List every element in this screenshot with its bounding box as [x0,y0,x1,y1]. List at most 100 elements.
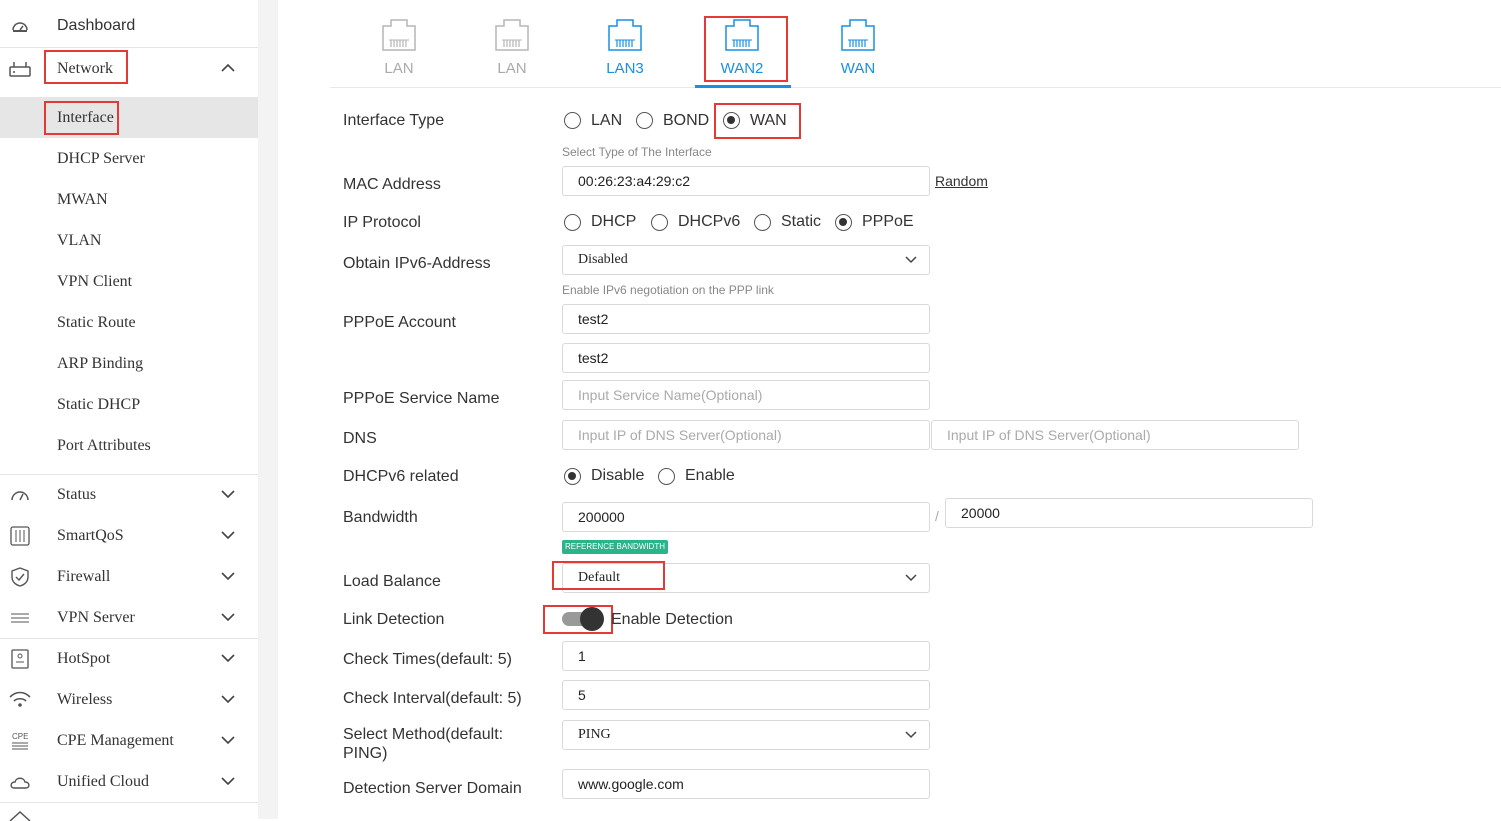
chevron-down-icon[interactable] [220,611,236,623]
sidebar-item-vpn-server[interactable]: VPN Server [0,597,258,638]
load-balance-label: Load Balance [343,573,441,590]
pppoe-password-input[interactable]: test2 [562,343,930,373]
chevron-down-icon[interactable] [220,652,236,664]
pppoe-service-name-input[interactable]: Input Service Name(Optional) [562,380,930,410]
sidebar-item-label: Status [57,486,97,503]
pppoe-service-name-label: PPPoE Service Name [343,390,500,407]
port-label: WAN [840,60,876,77]
port-label: LAN3 [606,60,644,77]
divider [0,802,258,803]
ethernet-port-icon [841,19,875,51]
bandwidth-separator: / [935,508,939,524]
radio-label: Static [781,213,822,230]
sidebar-item-hotspot[interactable]: HotSpot [0,638,258,679]
select-value: Disabled [578,252,628,267]
sidebar-item-label: Static Route [57,314,136,331]
sidebar-item-vpn-client[interactable]: VPN Client [0,261,258,302]
radio-interface-bond[interactable] [636,112,653,129]
chevron-down-icon[interactable] [220,775,236,787]
sidebar-item-vlan[interactable]: VLAN [0,220,258,261]
radio-interface-lan[interactable] [564,112,581,129]
radio-protocol-static[interactable] [754,214,771,231]
sidebar-item-label: ARP Binding [57,355,144,372]
highlight-box [44,50,128,84]
sidebar-item-smartqos[interactable]: SmartQoS [0,515,258,556]
chevron-down-icon[interactable] [220,488,236,500]
chevron-up-icon[interactable] [220,62,236,74]
sidebar-item-label: CPE Management [57,732,174,749]
ethernet-port-icon [382,19,416,51]
dns-secondary-input[interactable]: Input IP of DNS Server(Optional) [931,420,1299,450]
sidebar-item-label: VPN Client [57,273,133,290]
radio-label: Enable [685,467,735,484]
sidebar-item-static-route[interactable]: Static Route [0,302,258,343]
sidebar-item-cpe-management[interactable]: CPE CPE Management [0,720,258,761]
sidebar-item-arp-binding[interactable]: ARP Binding [0,343,258,384]
radio-label: Disable [591,467,645,484]
radio-protocol-dhcp[interactable] [564,214,581,231]
sidebar-item-dhcp-server[interactable]: DHCP Server [0,138,258,179]
sidebar-item-status[interactable]: Status [0,474,258,515]
detection-server-domain-input[interactable]: www.google.com [562,769,930,799]
chevron-down-icon[interactable] [220,693,236,705]
dns-primary-input[interactable]: Input IP of DNS Server(Optional) [562,420,930,450]
sidebar-item-label: Firewall [57,568,111,585]
pppoe-username-input[interactable]: test2 [562,304,930,334]
sidebar-item-label: Unified Cloud [57,773,149,790]
chevron-down-icon[interactable] [220,570,236,582]
home-icon [9,810,31,821]
reference-bandwidth-button[interactable]: REFERENCE BANDWIDTH [562,540,668,554]
random-mac-link[interactable]: Random [935,173,988,189]
chevron-down-icon [905,731,917,739]
select-method-label-line2: PING) [343,745,388,762]
bandwidth-upload-input[interactable]: 200000 [562,502,930,532]
sidebar-item-mwan[interactable]: MWAN [0,179,258,220]
sidebar-item-static-dhcp[interactable]: Static DHCP [0,384,258,425]
radio-protocol-pppoe[interactable] [835,214,852,231]
chevron-down-icon[interactable] [220,529,236,541]
equalizer-icon [10,526,30,546]
highlight-box [44,101,119,135]
mac-address-label: MAC Address [343,176,441,193]
sidebar-item-network[interactable]: Network [0,48,258,89]
chevron-down-icon[interactable] [220,734,236,746]
sidebar-item-wireless[interactable]: Wireless [0,679,258,720]
svg-text:CPE: CPE [12,732,28,741]
sidebar-item-label: VLAN [57,232,102,249]
ipv6-hint: Enable IPv6 negotiation on the PPP link [562,283,774,297]
port-tab-lan-1[interactable]: LAN [482,18,542,77]
mac-address-input[interactable]: 00:26:23:a4:29:c2 [562,166,930,196]
sidebar-item-firewall[interactable]: Firewall [0,556,258,597]
sidebar-item-dashboard[interactable]: Dashboard [0,5,258,46]
port-tab-wan-4[interactable]: WAN [828,18,888,77]
check-times-label: Check Times(default: 5) [343,651,512,668]
radio-protocol-dhcpv6[interactable] [651,214,668,231]
check-times-input[interactable]: 1 [562,641,930,671]
obtain-ipv6-select[interactable]: Disabled [562,245,930,275]
cpe-icon: CPE [12,732,28,750]
active-tab-indicator [695,85,791,88]
shield-icon [11,567,29,587]
check-interval-input[interactable]: 5 [562,680,930,710]
radio-label: DHCP [591,213,637,230]
hotspot-icon [11,649,29,669]
sidebar-item-interface[interactable]: Interface [0,97,258,138]
port-tab-lan-0[interactable]: LAN [369,18,429,77]
router-icon [9,62,31,77]
select-method-select[interactable]: PING [562,720,930,750]
radio-dhcpv6-enable[interactable] [658,468,675,485]
sidebar-item-label: VPN Server [57,609,135,626]
sidebar-item-unified-cloud[interactable]: Unified Cloud [0,761,258,802]
radio-dhcpv6-disable[interactable] [564,468,581,485]
dns-label: DNS [343,430,377,447]
port-tab-lan3-2[interactable]: LAN3 [595,18,655,77]
highlight-box [714,103,801,139]
sidebar-item-label: DHCP Server [57,150,145,167]
radio-label: LAN [591,112,623,129]
pppoe-account-label: PPPoE Account [343,314,456,331]
interface-type-label: Interface Type [343,112,445,129]
bandwidth-download-input[interactable]: 20000 [945,498,1313,528]
sidebar-item-label: Port Attributes [57,437,151,454]
port-label: LAN [497,60,527,77]
sidebar-item-port-attributes[interactable]: Port Attributes [0,425,258,466]
